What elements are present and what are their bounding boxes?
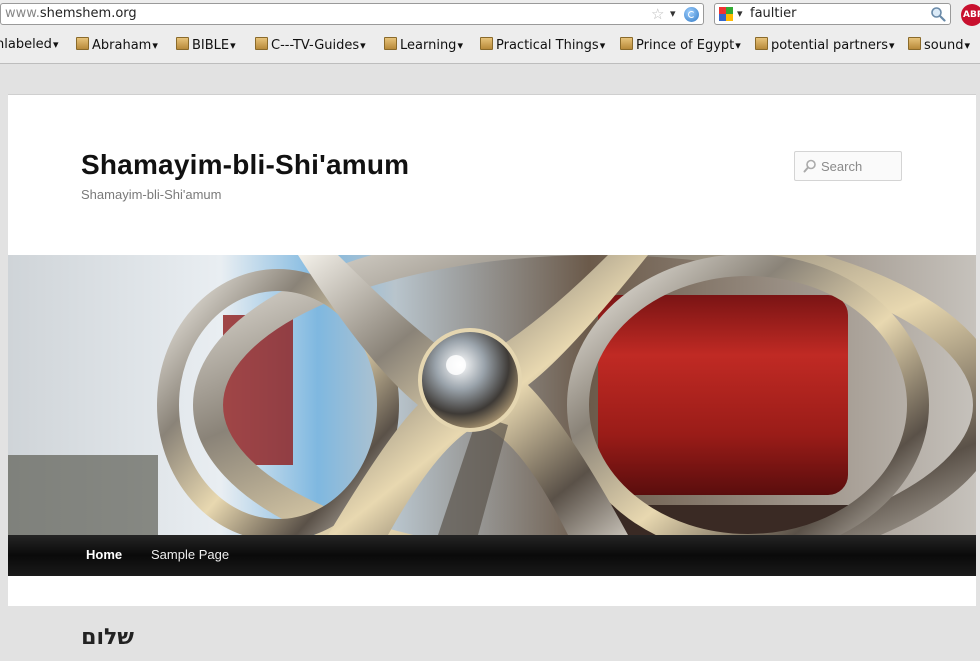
toolbar-divider xyxy=(0,63,980,64)
folder-icon xyxy=(384,37,397,50)
bookmark-label: nlabeled xyxy=(0,37,52,52)
folder-icon xyxy=(176,37,189,50)
bookmark-label: C---TV-Guides xyxy=(271,38,360,53)
bookmark-label: Practical Things xyxy=(496,38,599,53)
site-title[interactable]: Shamayim-bli-Shi'amum xyxy=(81,149,409,181)
bookmark-folder-abraham[interactable]: Abraham▾ xyxy=(76,37,158,53)
folder-icon xyxy=(480,37,493,50)
folder-icon xyxy=(620,37,633,50)
bookmark-folder-potential-partners[interactable]: potential partners▾ xyxy=(755,37,895,53)
browser-search-text[interactable]: faultier xyxy=(750,6,796,21)
folder-icon xyxy=(255,37,268,50)
address-bar[interactable]: www.shemshem.org ☆ ▾ xyxy=(0,3,704,25)
bookmark-folder-prince-of-egypt[interactable]: Prince of Egypt▾ xyxy=(620,37,741,53)
search-icon[interactable] xyxy=(930,6,946,22)
chevron-down-icon: ▾ xyxy=(360,39,366,52)
main-nav: Home Sample Page xyxy=(8,535,976,576)
chevron-down-icon[interactable]: ▾ xyxy=(737,7,743,20)
nav-item-home[interactable]: Home xyxy=(86,547,122,562)
page-container: Shamayim-bli-Shi'amum Shamayim-bli-Shi'a… xyxy=(8,94,976,606)
chevron-down-icon: ▾ xyxy=(230,39,236,52)
bookmark-label: BIBLE xyxy=(192,38,230,53)
bookmark-folder-c-tv-guides[interactable]: C---TV-Guides▾ xyxy=(255,37,366,53)
search-icon xyxy=(803,159,816,173)
bookmark-folder-practical-things[interactable]: Practical Things▾ xyxy=(480,37,605,53)
bookmark-folder-nlabeled[interactable]: nlabeled▾ xyxy=(0,37,58,52)
chevron-down-icon: ▾ xyxy=(152,39,158,52)
bookmark-label: Prince of Egypt xyxy=(636,38,735,53)
bookmark-folder-sound[interactable]: sound▾ xyxy=(908,37,970,53)
bookmark-star-icon[interactable]: ☆ xyxy=(651,5,664,23)
folder-icon xyxy=(908,37,921,50)
chevron-down-icon[interactable]: ▾ xyxy=(670,7,676,20)
chevron-down-icon: ▾ xyxy=(52,38,59,51)
chevron-down-icon: ▾ xyxy=(964,39,970,52)
site-search[interactable] xyxy=(794,151,902,181)
bookmark-label: sound xyxy=(924,38,964,53)
bookmark-label: potential partners xyxy=(771,38,888,53)
bookmark-label: Learning xyxy=(400,38,457,53)
nav-item-sample-page[interactable]: Sample Page xyxy=(151,547,229,562)
bookmark-label: Abraham xyxy=(92,38,152,53)
browser-chrome: www.shemshem.org ☆ ▾ ▾ faultier ABP nlab… xyxy=(0,0,980,64)
chevron-down-icon: ▾ xyxy=(599,39,606,52)
google-icon[interactable] xyxy=(719,7,733,21)
site-description: Shamayim-bli-Shi'amum xyxy=(81,187,222,202)
search-input[interactable] xyxy=(821,156,899,176)
chevron-down-icon: ▾ xyxy=(888,39,895,52)
bookmarks-toolbar: nlabeled▾ Abraham▾ BIBLE▾ C---TV-Guides▾ Lea… xyxy=(0,36,980,58)
adblock-icon[interactable]: ABP xyxy=(961,4,980,26)
folder-icon xyxy=(755,37,768,50)
chevron-down-icon: ▾ xyxy=(457,39,463,52)
reload-icon[interactable] xyxy=(684,7,699,22)
chevron-down-icon: ▾ xyxy=(735,39,741,52)
bookmark-folder-learning[interactable]: Learning▾ xyxy=(384,37,463,53)
folder-icon xyxy=(76,37,89,50)
post-title[interactable]: שלום xyxy=(81,625,134,650)
header-image xyxy=(8,255,976,535)
bookmark-folder-bible[interactable]: BIBLE▾ xyxy=(176,37,236,53)
address-text[interactable]: www.shemshem.org xyxy=(5,6,137,21)
browser-search-bar[interactable]: ▾ faultier xyxy=(714,3,951,25)
